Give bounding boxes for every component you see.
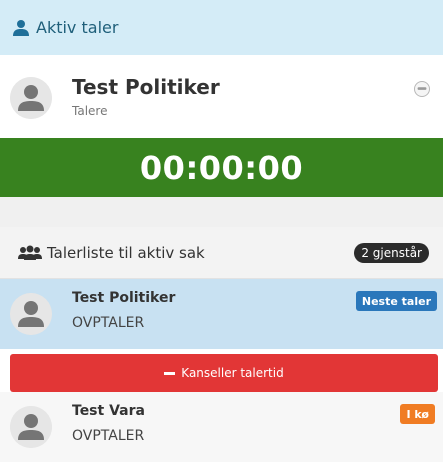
avatar-placeholder-icon — [10, 293, 52, 335]
section-divider — [0, 197, 443, 227]
timer-value: 00:00:00 — [139, 148, 304, 187]
speaker-list-item-role: OVPTALER — [72, 315, 145, 331]
avatar-placeholder-icon — [10, 77, 52, 119]
speaker-list-title: Talerliste til aktiv sak — [47, 243, 205, 262]
speaker-list-item[interactable]: Test Politiker OVPTALER Neste taler — [0, 279, 443, 349]
group-icon — [18, 245, 42, 260]
speaker-role: Talere — [72, 104, 108, 118]
speaker-list-item-name: Test Vara — [72, 403, 145, 419]
user-icon — [13, 19, 29, 36]
active-speaker-card: Test Politiker Talere — [0, 55, 443, 138]
speaker-list-item[interactable]: Test Vara OVPTALER I kø — [0, 392, 443, 462]
minus-icon — [164, 371, 176, 375]
speaker-name: Test Politiker — [72, 75, 220, 99]
next-speaker-badge: Neste taler — [355, 291, 437, 311]
pause-icon[interactable] — [414, 81, 430, 97]
cancel-speech-button[interactable]: Kanseller talertid — [10, 354, 438, 392]
speaker-list-header: Talerliste til aktiv sak 2 gjenstår — [0, 227, 443, 279]
list-footer — [0, 462, 443, 475]
header-title: Aktiv taler — [36, 18, 119, 37]
speech-timer: 00:00:00 — [0, 138, 443, 197]
speaker-list-item-name: Test Politiker — [72, 290, 176, 306]
remaining-count-badge: 2 gjenstår — [354, 243, 429, 263]
in-queue-badge: I kø — [400, 404, 435, 424]
cancel-speech-label: Kanseller talertid — [181, 366, 284, 380]
active-speaker-header: Aktiv taler — [0, 0, 443, 55]
avatar-placeholder-icon — [10, 406, 52, 448]
speaker-list-item-role: OVPTALER — [72, 428, 145, 444]
